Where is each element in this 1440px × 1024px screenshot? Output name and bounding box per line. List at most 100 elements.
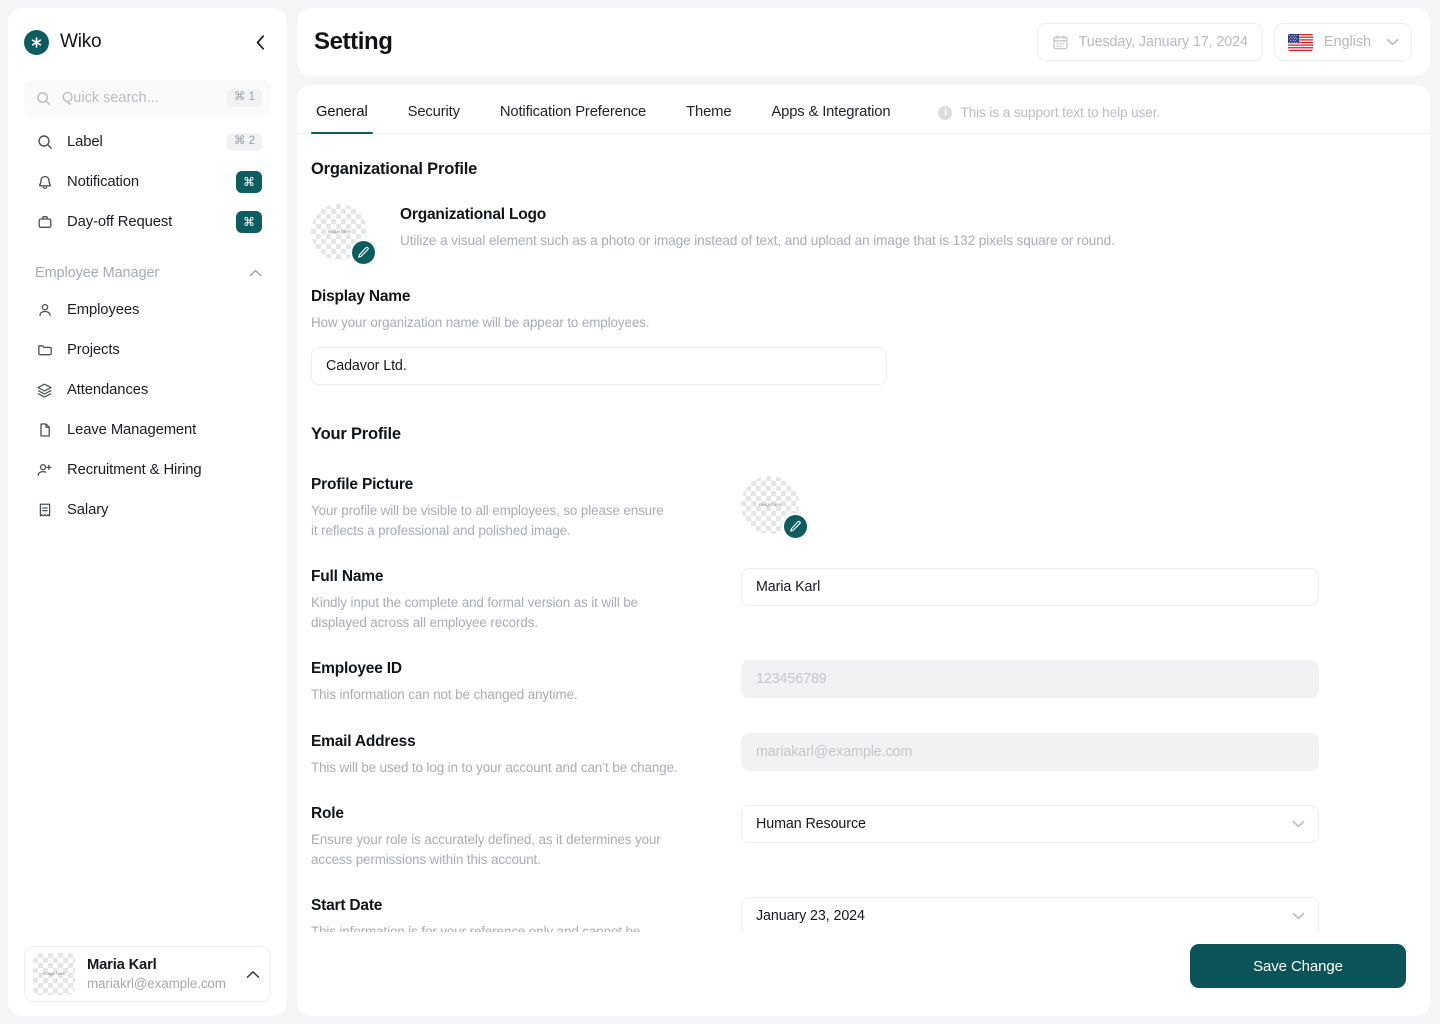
search-shortcut-badge: ⌘ 1 xyxy=(226,89,262,107)
email-address-control: mariakarl@example.com xyxy=(741,732,1319,771)
full-name-control: Maria Karl xyxy=(741,568,1319,607)
profile-picture-placeholder-text: image here xyxy=(758,502,782,509)
organizational-logo-description: Utilize a visual element such as a photo… xyxy=(400,233,1115,248)
sidebar-item-recruitment-hiring[interactable]: Recruitment & Hiring xyxy=(24,450,271,490)
full-name-input[interactable]: Maria Karl xyxy=(741,568,1319,607)
chevron-up-icon xyxy=(249,269,262,277)
asterisk-icon xyxy=(24,29,49,55)
start-date-control: January 23, 2024 xyxy=(741,896,1319,935)
avatar-placeholder-text: image here xyxy=(42,971,66,977)
profile-picture-description: Your profile will be visible to all empl… xyxy=(311,503,664,538)
sidebar-item-label-text: Label xyxy=(67,134,103,150)
tab-apps-integration[interactable]: Apps & Integration xyxy=(769,104,892,133)
sidebar-item-recruitment-text: Recruitment & Hiring xyxy=(67,462,202,478)
date-value: Tuesday, January 17, 2024 xyxy=(1078,34,1248,50)
sidebar-user-card[interactable]: image here Maria Karl mariakrl@example.c… xyxy=(24,946,271,1002)
sidebar-item-attendances[interactable]: Attendances xyxy=(24,370,271,410)
language-selector[interactable]: English xyxy=(1273,23,1412,61)
profile-picture-text: Profile Picture Your profile will be vis… xyxy=(311,476,741,540)
role-label: Role xyxy=(311,805,344,823)
dayoff-shortcut-text: ⌘ xyxy=(236,211,262,233)
chevron-down-icon xyxy=(1292,912,1305,920)
sidebar-item-leave-management[interactable]: Leave Management xyxy=(24,410,271,450)
date-picker[interactable]: Tuesday, January 17, 2024 xyxy=(1036,23,1263,61)
email-address-text: Email Address This will be used to log i… xyxy=(311,733,741,777)
sidebar-item-notification[interactable]: Notification ⌘ xyxy=(24,162,271,202)
email-address-label: Email Address xyxy=(311,732,416,750)
profile-picture-row: Profile Picture Your profile will be vis… xyxy=(311,476,1406,541)
quick-search-box[interactable]: ⌘ 1 xyxy=(24,80,271,116)
chevron-up-icon[interactable] xyxy=(246,970,260,979)
sidebar-item-label[interactable]: Label ⌘ 2 xyxy=(24,122,271,162)
document-icon xyxy=(35,422,54,438)
pencil-icon xyxy=(357,246,370,259)
sidebar-group-title: Employee Manager xyxy=(35,265,160,281)
dayoff-shortcut-badge: ⌘ xyxy=(236,211,262,233)
sidebar-group-employee-manager[interactable]: Employee Manager xyxy=(24,256,271,290)
email-address-input: mariakarl@example.com xyxy=(741,732,1319,771)
topbar-controls: Tuesday, January 17, 2024 English xyxy=(1036,23,1412,61)
employee-id-label: Employee ID xyxy=(311,660,402,678)
role-control: Human Resource xyxy=(741,805,1319,844)
role-value: Human Resource xyxy=(756,816,866,833)
role-text: Role Ensure your role is accurately defi… xyxy=(311,805,741,869)
tab-security[interactable]: Security xyxy=(406,104,462,133)
profile-picture-label: Profile Picture xyxy=(311,476,414,494)
employee-id-control: 123456789 xyxy=(741,660,1319,699)
edit-profile-picture-button[interactable] xyxy=(782,513,809,541)
us-flag-icon xyxy=(1287,33,1313,51)
user-plus-icon xyxy=(35,462,54,478)
sidebar-item-employees[interactable]: Employees xyxy=(24,290,271,330)
support-text-label: This is a support text to help user. xyxy=(960,105,1161,120)
tab-notification-preference[interactable]: Notification Preference xyxy=(498,104,648,133)
start-date-value: January 23, 2024 xyxy=(756,907,865,924)
organizational-logo-row: image here Organizational Logo Utilize a… xyxy=(311,204,1406,266)
calendar-icon xyxy=(1052,34,1069,51)
organizational-logo-text: Organizational Logo Utilize a visual ele… xyxy=(400,204,1115,248)
main-area: Setting Tuesday, January 17, 2024 Englis… xyxy=(297,8,1430,1016)
display-name-description: How your organization name will be appea… xyxy=(311,315,650,330)
briefcase-icon xyxy=(35,214,54,230)
app-root: Wiko ⌘ 1 xyxy=(0,0,1440,1024)
employee-id-text: Employee ID This information can not be … xyxy=(311,660,741,704)
pencil-icon xyxy=(789,520,802,533)
role-select[interactable]: Human Resource xyxy=(741,805,1319,844)
sidebar-item-employees-text: Employees xyxy=(67,302,140,318)
sidebar-collapse-button[interactable] xyxy=(249,31,271,53)
sidebar-item-dayoff-text: Day-off Request xyxy=(67,214,173,230)
layers-icon xyxy=(35,382,54,399)
page-title: Setting xyxy=(314,28,393,55)
display-name-label: Display Name xyxy=(311,288,411,305)
profile-picture-wrapper: image here xyxy=(741,476,809,541)
receipt-icon xyxy=(35,502,54,518)
section-title-organizational-profile: Organizational Profile xyxy=(311,160,478,178)
settings-card: General Security Notification Preference… xyxy=(297,85,1430,1016)
label-shortcut-text: ⌘ 2 xyxy=(226,133,262,151)
sidebar-item-notification-text: Notification xyxy=(67,174,139,190)
topbar: Setting Tuesday, January 17, 2024 Englis… xyxy=(297,8,1430,76)
sidebar-item-attendances-text: Attendances xyxy=(67,382,149,398)
sidebar-item-projects[interactable]: Projects xyxy=(24,330,271,370)
avatar: image here xyxy=(33,953,75,995)
tab-theme[interactable]: Theme xyxy=(684,104,733,133)
organizational-logo-title: Organizational Logo xyxy=(400,206,547,223)
save-change-button[interactable]: Save Change xyxy=(1190,944,1406,988)
tab-general[interactable]: General xyxy=(311,104,373,134)
field-row-employee-id: Employee ID This information can not be … xyxy=(311,660,1406,704)
sidebar-item-salary[interactable]: Salary xyxy=(24,490,271,530)
edit-organizational-logo-button[interactable] xyxy=(350,239,377,266)
settings-scroll-body: Organizational Profile image here Organi… xyxy=(297,134,1430,1016)
user-email: mariakrl@example.com xyxy=(87,976,226,992)
sidebar-item-salary-text: Salary xyxy=(67,502,109,518)
display-name-input[interactable]: Cadavor Ltd. xyxy=(311,347,887,386)
search-input[interactable] xyxy=(62,90,227,106)
start-date-select[interactable]: January 23, 2024 xyxy=(741,896,1319,935)
folder-icon xyxy=(35,342,54,358)
settings-tabs: General Security Notification Preference… xyxy=(297,85,1430,134)
chevron-down-icon xyxy=(1386,38,1399,46)
language-value: English xyxy=(1323,34,1371,50)
sidebar-item-dayoff-request[interactable]: Day-off Request ⌘ xyxy=(24,202,271,242)
email-address-description: This will be used to log in to your acco… xyxy=(311,759,678,775)
field-row-full-name: Full Name Kindly input the complete and … xyxy=(311,568,1406,632)
